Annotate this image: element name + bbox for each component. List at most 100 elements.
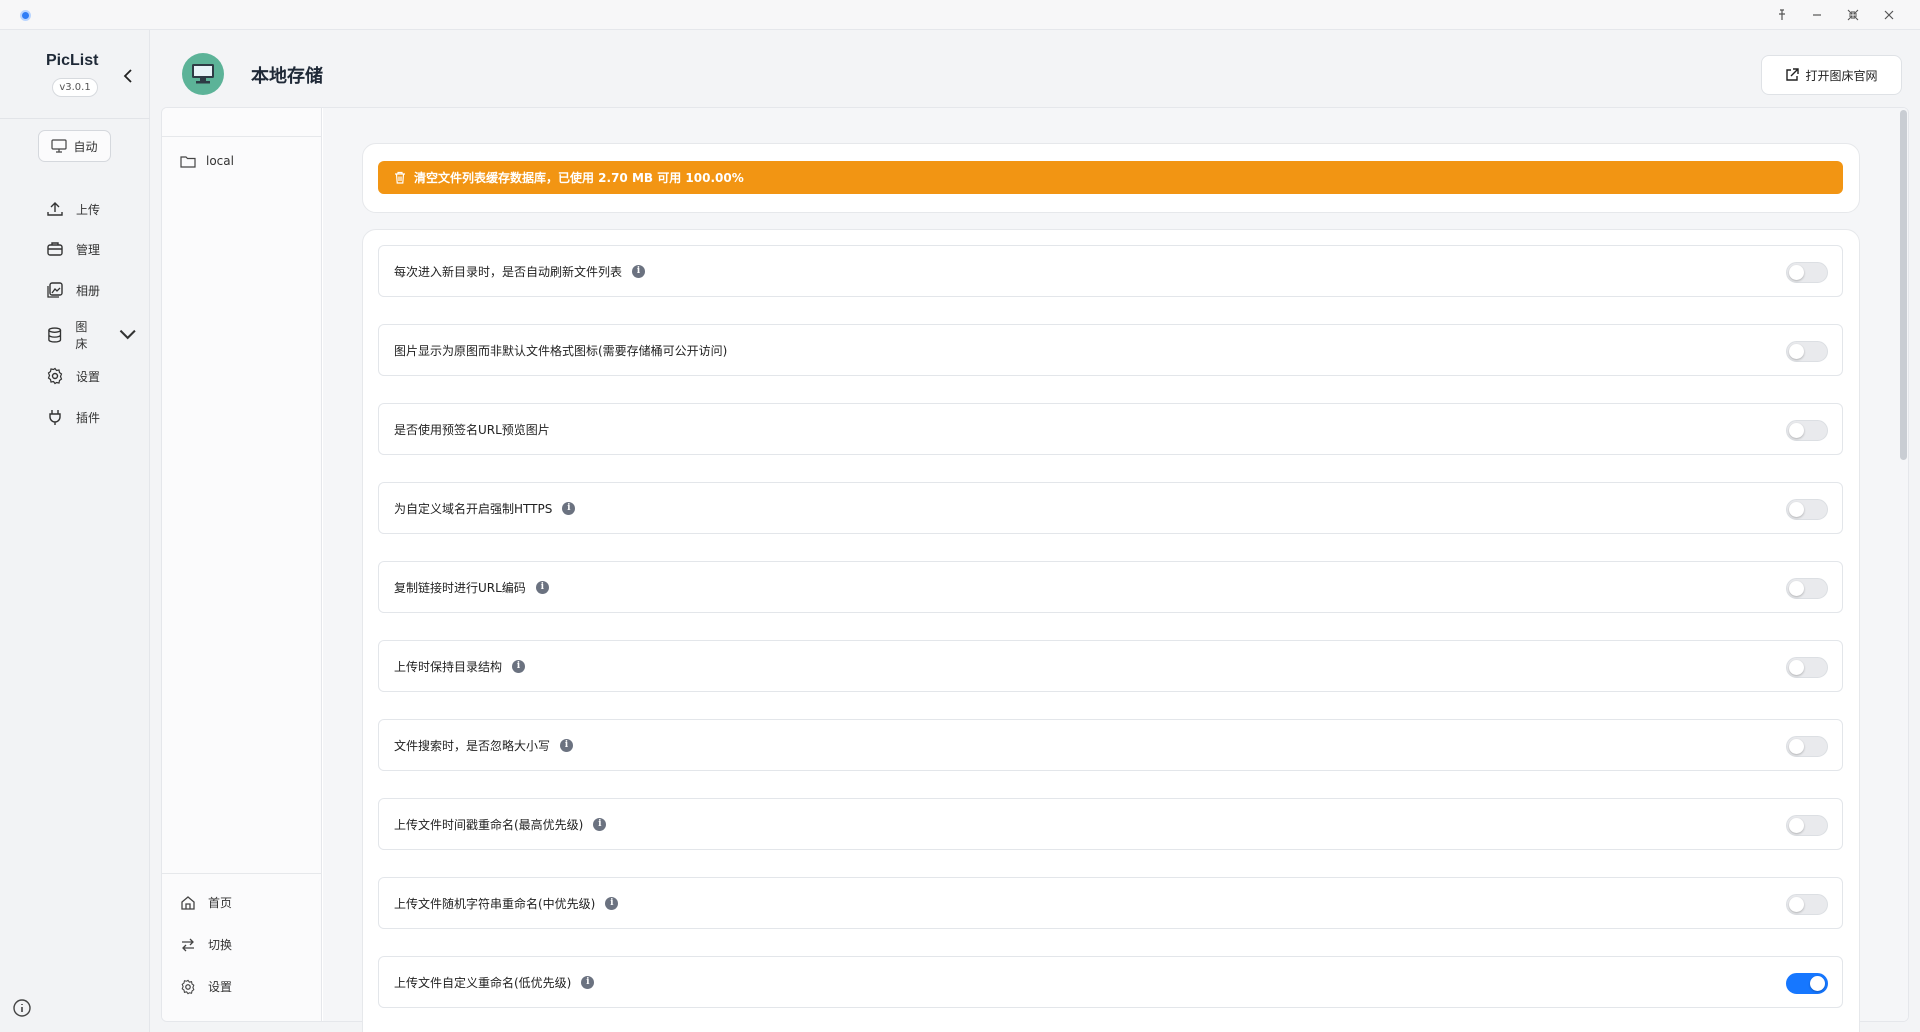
info-icon[interactable]: i (562, 501, 576, 515)
sidebar-item-upload[interactable]: 上传 (46, 198, 100, 220)
close-icon[interactable] (1878, 5, 1900, 25)
sidebar: PicList v3.0.1 自动 上传 管理 相册 图床 设置 插件 (0, 30, 150, 1032)
setting-row: 每次进入新目录时，是否自动刷新文件列表 i (378, 245, 1843, 297)
directory-home-button[interactable]: 首页 (180, 894, 232, 911)
toggle-knob (1789, 502, 1804, 517)
setting-label: 上传文件自定义重命名(低优先级) (394, 975, 572, 990)
gear-icon (181, 979, 195, 994)
setting-toggle[interactable] (1786, 420, 1828, 441)
trash-icon (395, 171, 405, 184)
setting-row: 复制链接时进行URL编码 i (378, 561, 1843, 613)
theme-mode-button[interactable]: 自动 (38, 130, 111, 162)
setting-row: 图片显示为原图而非默认文件格式图标(需要存储桶可公开访问) (378, 324, 1843, 376)
version-badge: v3.0.1 (52, 78, 98, 97)
setting-toggle[interactable] (1786, 499, 1828, 520)
pin-icon[interactable] (1771, 5, 1793, 25)
storage-avatar (182, 53, 224, 95)
plug-icon (49, 410, 61, 425)
setting-label: 文件搜索时，是否忽略大小写 (394, 738, 551, 753)
app-name: PicList (46, 52, 99, 69)
setting-row: 上传文件自定义重命名(低优先级) i (378, 956, 1843, 1008)
collapse-sidebar-button[interactable] (118, 66, 138, 86)
database-icon (48, 327, 62, 343)
info-icon[interactable]: i (605, 896, 619, 910)
theme-mode-label: 自动 (73, 139, 98, 154)
setting-label: 上传时保持目录结构 (394, 659, 503, 674)
scrollbar[interactable] (1900, 110, 1907, 460)
cache-notice-text: 清空文件列表缓存数据库，已使用 2.70 MB 可用 100.00% (414, 171, 744, 185)
external-link-icon (1786, 68, 1800, 81)
sidebar-item-plugins[interactable]: 插件 (46, 406, 100, 428)
toggle-knob (1789, 581, 1804, 596)
about-info-icon[interactable] (12, 998, 32, 1018)
sidebar-item-label: 相册 (76, 283, 101, 298)
info-icon[interactable]: i (535, 580, 549, 594)
sidebar-item-manage[interactable]: 管理 (46, 238, 100, 260)
switch-icon (182, 938, 194, 951)
chevron-down-icon (119, 329, 136, 340)
directory-item-local[interactable]: local (180, 154, 234, 168)
setting-row: 是否使用预签名URL预览图片 (378, 403, 1843, 455)
gear-icon (47, 367, 63, 385)
sidebar-divider (0, 118, 150, 119)
setting-label: 为自定义域名开启强制HTTPS (394, 501, 553, 516)
info-icon[interactable]: i (593, 817, 607, 831)
gallery-icon (47, 282, 63, 298)
setting-toggle[interactable] (1786, 578, 1828, 599)
computer-icon (192, 64, 214, 84)
setting-row: 上传文件随机字符串重命名(中优先级) i (378, 877, 1843, 929)
setting-label: 上传文件时间戳重命名(最高优先级) (394, 817, 584, 832)
setting-row: 文件搜索时，是否忽略大小写 i (378, 719, 1843, 771)
info-icon[interactable]: i (560, 738, 574, 752)
open-picbed-site-button[interactable]: 打开图床官网 (1761, 55, 1902, 95)
clear-cache-button[interactable]: 清空文件列表缓存数据库，已使用 2.70 MB 可用 100.00% (378, 161, 1843, 194)
page-title: 本地存储 (251, 66, 323, 87)
title-bar (0, 0, 1920, 30)
divider (162, 136, 322, 137)
directory-action-label: 设置 (208, 980, 233, 994)
sidebar-item-settings[interactable]: 设置 (46, 365, 100, 387)
directory-action-label: 首页 (208, 896, 233, 910)
info-icon[interactable]: i (512, 659, 526, 673)
setting-toggle[interactable] (1786, 973, 1828, 994)
setting-toggle[interactable] (1786, 894, 1828, 915)
sidebar-item-label: 上传 (76, 202, 101, 217)
directory-action-label: 切换 (208, 938, 233, 952)
setting-toggle[interactable] (1786, 262, 1828, 283)
setting-row: 为自定义域名开启强制HTTPS i (378, 482, 1843, 534)
sidebar-item-label: 设置 (76, 369, 101, 384)
upload-icon (47, 202, 63, 216)
directory-item-label: local (206, 154, 234, 168)
monitor-icon (51, 139, 68, 153)
toggle-knob (1789, 897, 1804, 912)
directory-switch-button[interactable]: 切换 (180, 936, 232, 953)
app-logo-icon (20, 10, 31, 21)
toggle-knob (1789, 265, 1804, 280)
setting-label: 图片显示为原图而非默认文件格式图标(需要存储桶可公开访问) (394, 343, 728, 358)
restore-icon[interactable] (1842, 5, 1864, 25)
minimize-icon[interactable] (1806, 5, 1828, 25)
setting-toggle[interactable] (1786, 657, 1828, 678)
setting-label: 上传文件随机字符串重命名(中优先级) (394, 896, 596, 911)
chevron-left-icon (123, 69, 132, 83)
setting-toggle[interactable] (1786, 736, 1828, 757)
sidebar-item-label: 插件 (76, 410, 101, 425)
sidebar-item-picbed[interactable]: 图床 (46, 320, 136, 351)
setting-label: 每次进入新目录时，是否自动刷新文件列表 (394, 264, 623, 279)
directory-pane: local 首页 切换 设置 (162, 108, 322, 1021)
info-icon[interactable]: i (632, 264, 646, 278)
sidebar-item-gallery[interactable]: 相册 (46, 279, 100, 301)
toggle-knob (1789, 344, 1804, 359)
setting-toggle[interactable] (1786, 341, 1828, 362)
toggle-knob (1810, 976, 1825, 991)
page-header: 本地存储 打开图床官网 (160, 40, 1910, 108)
info-icon[interactable]: i (581, 975, 595, 989)
sidebar-item-label: 图床 (75, 320, 88, 351)
setting-row: 上传文件时间戳重命名(最高优先级) i (378, 798, 1843, 850)
directory-settings-button[interactable]: 设置 (180, 978, 232, 995)
toggle-knob (1789, 818, 1804, 833)
setting-toggle[interactable] (1786, 815, 1828, 836)
sidebar-item-label: 管理 (76, 242, 101, 257)
divider (162, 873, 322, 874)
setting-label: 是否使用预签名URL预览图片 (394, 422, 550, 437)
